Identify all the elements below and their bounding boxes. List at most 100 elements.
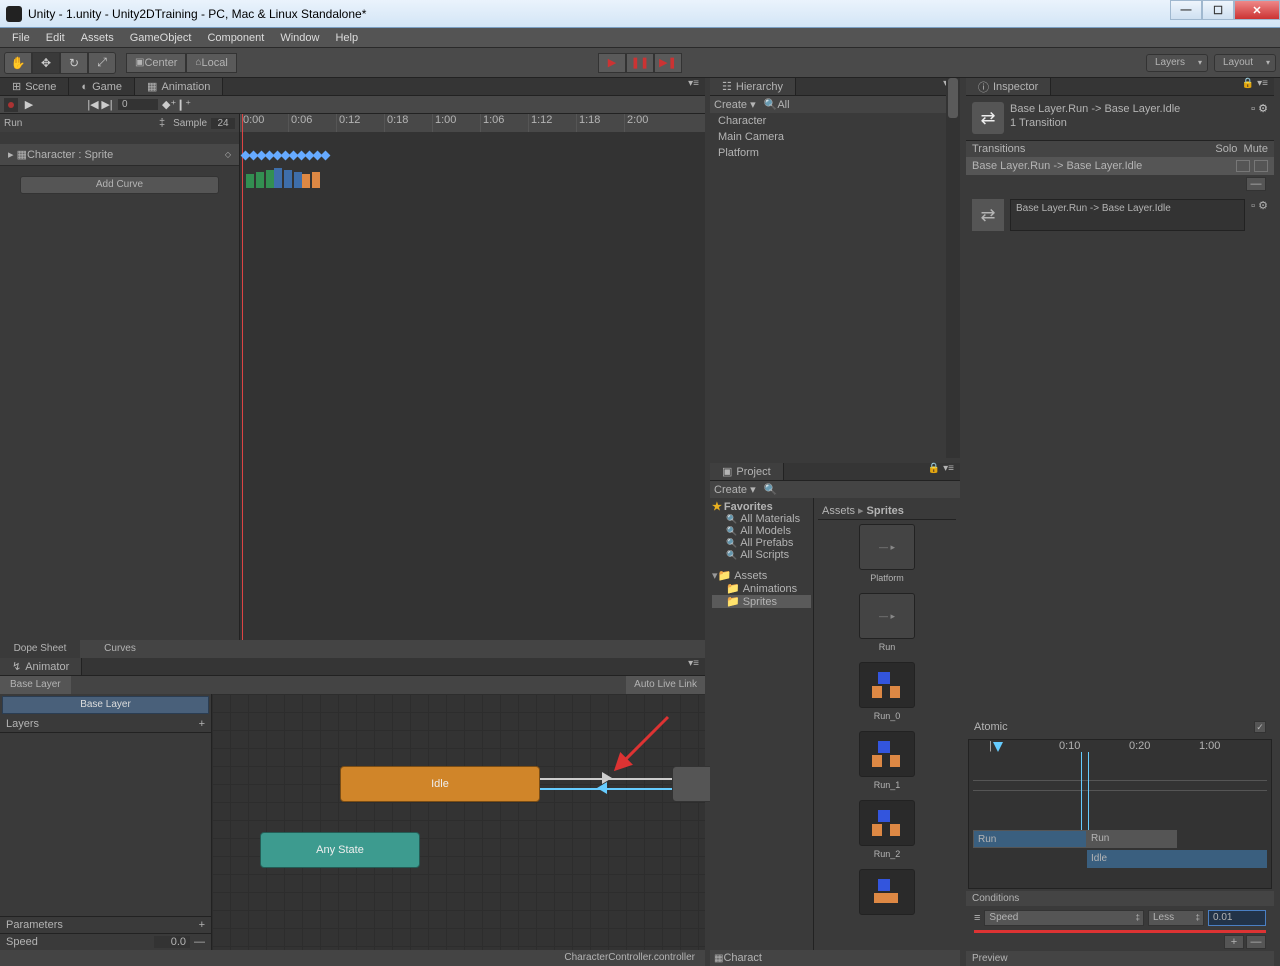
- tab-scene[interactable]: ⊞Scene: [0, 78, 69, 95]
- clip-dropdown[interactable]: Run: [4, 118, 159, 129]
- add-condition-button[interactable]: +: [1224, 935, 1244, 949]
- playhead[interactable]: [242, 114, 243, 640]
- window-maximize-button[interactable]: ☐: [1202, 0, 1234, 20]
- auto-live-link-toggle[interactable]: Auto Live Link: [626, 676, 705, 694]
- dopesheet-tab[interactable]: Dope Sheet: [0, 640, 80, 658]
- tab-animator[interactable]: ↯Animator: [0, 658, 82, 675]
- hierarchy-search[interactable]: 🔍All: [764, 98, 790, 111]
- pivot-center-button[interactable]: ▣ Center: [126, 53, 186, 73]
- keyframe-row[interactable]: [242, 152, 329, 159]
- folder-sprites[interactable]: 📁Sprites: [712, 595, 811, 608]
- favorites-header[interactable]: ★Favorites: [712, 500, 811, 513]
- frame-field[interactable]: 0: [118, 99, 158, 110]
- remove-condition-button[interactable]: —: [1246, 935, 1266, 949]
- blend-clip-run2[interactable]: Run: [1087, 830, 1177, 848]
- tab-game[interactable]: ◐Game: [69, 78, 135, 95]
- pane-menu-button[interactable]: ▾≡: [682, 658, 705, 675]
- sample-field[interactable]: 24: [211, 118, 235, 129]
- play-button[interactable]: ▶: [598, 53, 626, 73]
- animator-graph[interactable]: Idle Run Any State: [212, 694, 705, 950]
- window-close-button[interactable]: ✕: [1234, 0, 1280, 20]
- hierarchy-item[interactable]: Platform: [710, 145, 960, 161]
- next-key-button[interactable]: ▶|: [100, 98, 114, 111]
- fav-all-prefabs[interactable]: 🔍All Prefabs: [712, 537, 811, 549]
- tab-hierarchy[interactable]: ☷Hierarchy: [710, 78, 796, 95]
- layout-dropdown[interactable]: Layout: [1214, 54, 1276, 72]
- pivot-local-button[interactable]: ⌂ Local: [186, 53, 236, 73]
- create-dropdown[interactable]: Create ▾: [714, 98, 756, 111]
- fav-all-materials[interactable]: 🔍All Materials: [712, 513, 811, 525]
- layer-selected[interactable]: Base Layer: [2, 696, 209, 714]
- transition-name-field[interactable]: Base Layer.Run -> Base Layer.Idle: [1010, 199, 1245, 231]
- pause-button[interactable]: ❚❚: [626, 53, 654, 73]
- menu-edit[interactable]: Edit: [38, 32, 73, 44]
- blend-clip-idle[interactable]: Idle: [1087, 850, 1267, 868]
- param-value-field[interactable]: 0.0: [154, 936, 190, 948]
- menu-file[interactable]: File: [4, 32, 38, 44]
- menu-help[interactable]: Help: [327, 32, 366, 44]
- hierarchy-item[interactable]: Main Camera: [710, 129, 960, 145]
- scale-tool-button[interactable]: ⤢: [88, 52, 116, 74]
- window-minimize-button[interactable]: —: [1170, 0, 1202, 20]
- project-search[interactable]: 🔍: [764, 483, 778, 496]
- transition-list-item[interactable]: Base Layer.Run -> Base Layer.Idle: [966, 157, 1274, 175]
- menu-component[interactable]: Component: [199, 32, 272, 44]
- project-breadcrumb[interactable]: Assets▸Sprites: [818, 502, 956, 520]
- add-param-button[interactable]: +: [199, 919, 205, 931]
- folder-animations[interactable]: 📁Animations: [712, 582, 811, 595]
- menu-gameobject[interactable]: GameObject: [122, 32, 200, 44]
- hierarchy-item[interactable]: Character: [710, 113, 960, 129]
- tab-project[interactable]: ▣Project: [710, 463, 784, 480]
- preview-header[interactable]: Preview: [966, 951, 1274, 966]
- curves-tab[interactable]: Curves: [80, 640, 160, 658]
- timeline-ruler[interactable]: 0:000:060:120:181:001:061:121:182:00: [240, 114, 705, 132]
- tab-inspector[interactable]: ⓘInspector: [966, 78, 1051, 95]
- asset-item[interactable]: [855, 869, 919, 915]
- asset-item[interactable]: — ▸Run: [855, 593, 919, 652]
- menu-window[interactable]: Window: [272, 32, 327, 44]
- dopesheet-area[interactable]: 0:000:060:120:181:001:061:121:182:00: [240, 114, 705, 640]
- fav-all-scripts[interactable]: 🔍All Scripts: [712, 549, 811, 561]
- condition-op-dropdown[interactable]: Less: [1148, 910, 1204, 926]
- solo-checkbox[interactable]: [1236, 160, 1250, 172]
- record-button[interactable]: [4, 98, 18, 112]
- add-key-button[interactable]: ◆⁺: [162, 98, 176, 111]
- fav-all-models[interactable]: 🔍All Models: [712, 525, 811, 537]
- tab-animation[interactable]: ▦Animation: [135, 78, 223, 95]
- pane-menu-button[interactable]: 🔒 ▾≡: [1236, 78, 1274, 95]
- add-layer-button[interactable]: +: [199, 718, 205, 730]
- animator-breadcrumb[interactable]: Base Layer: [0, 676, 71, 694]
- asset-item[interactable]: — ▸Platform: [855, 524, 919, 583]
- layers-dropdown[interactable]: Layers: [1146, 54, 1208, 72]
- state-any[interactable]: Any State: [260, 832, 420, 868]
- condition-param-dropdown[interactable]: Speed: [984, 910, 1144, 926]
- asset-item[interactable]: Run_1: [855, 731, 919, 790]
- pane-menu-button[interactable]: 🔒 ▾≡: [922, 463, 960, 480]
- rotate-tool-button[interactable]: ↻: [60, 52, 88, 74]
- create-dropdown[interactable]: Create ▾: [714, 483, 756, 496]
- state-idle[interactable]: Idle: [340, 766, 540, 802]
- project-tree[interactable]: ★Favorites 🔍All Materials 🔍All Models 🔍A…: [710, 498, 814, 950]
- condition-value-field[interactable]: 0.01: [1208, 910, 1266, 926]
- component-menu-button[interactable]: ▫ ⚙: [1251, 102, 1268, 134]
- blend-clip-run[interactable]: Run: [973, 830, 1087, 848]
- pane-menu-button[interactable]: ▾≡: [682, 78, 705, 95]
- add-curve-button[interactable]: Add Curve: [20, 176, 219, 194]
- anim-play-button[interactable]: ▶: [22, 98, 36, 112]
- asset-item[interactable]: Run_2: [855, 800, 919, 859]
- assets-folder[interactable]: ▾📁Assets: [712, 569, 811, 582]
- menu-assets[interactable]: Assets: [73, 32, 122, 44]
- atomic-checkbox[interactable]: ✓: [1254, 721, 1266, 733]
- add-event-button[interactable]: ❙⁺: [176, 98, 190, 111]
- prev-key-button[interactable]: |◀: [86, 98, 100, 111]
- component-menu-button[interactable]: ▫ ⚙: [1251, 199, 1268, 231]
- asset-item[interactable]: Run_0: [855, 662, 919, 721]
- remove-transition-button[interactable]: —: [1246, 177, 1266, 191]
- mute-checkbox[interactable]: [1254, 160, 1268, 172]
- move-tool-button[interactable]: ✥: [32, 52, 60, 74]
- anim-property-row[interactable]: ▸ ▦ Character : Sprite◇: [0, 144, 239, 166]
- scrollbar[interactable]: [946, 78, 960, 458]
- param-row-speed[interactable]: Speed 0.0 —: [0, 934, 211, 950]
- blend-timeline[interactable]: |0:100:201:00 Run Run Idle: [968, 739, 1272, 889]
- hand-tool-button[interactable]: ✋: [4, 52, 32, 74]
